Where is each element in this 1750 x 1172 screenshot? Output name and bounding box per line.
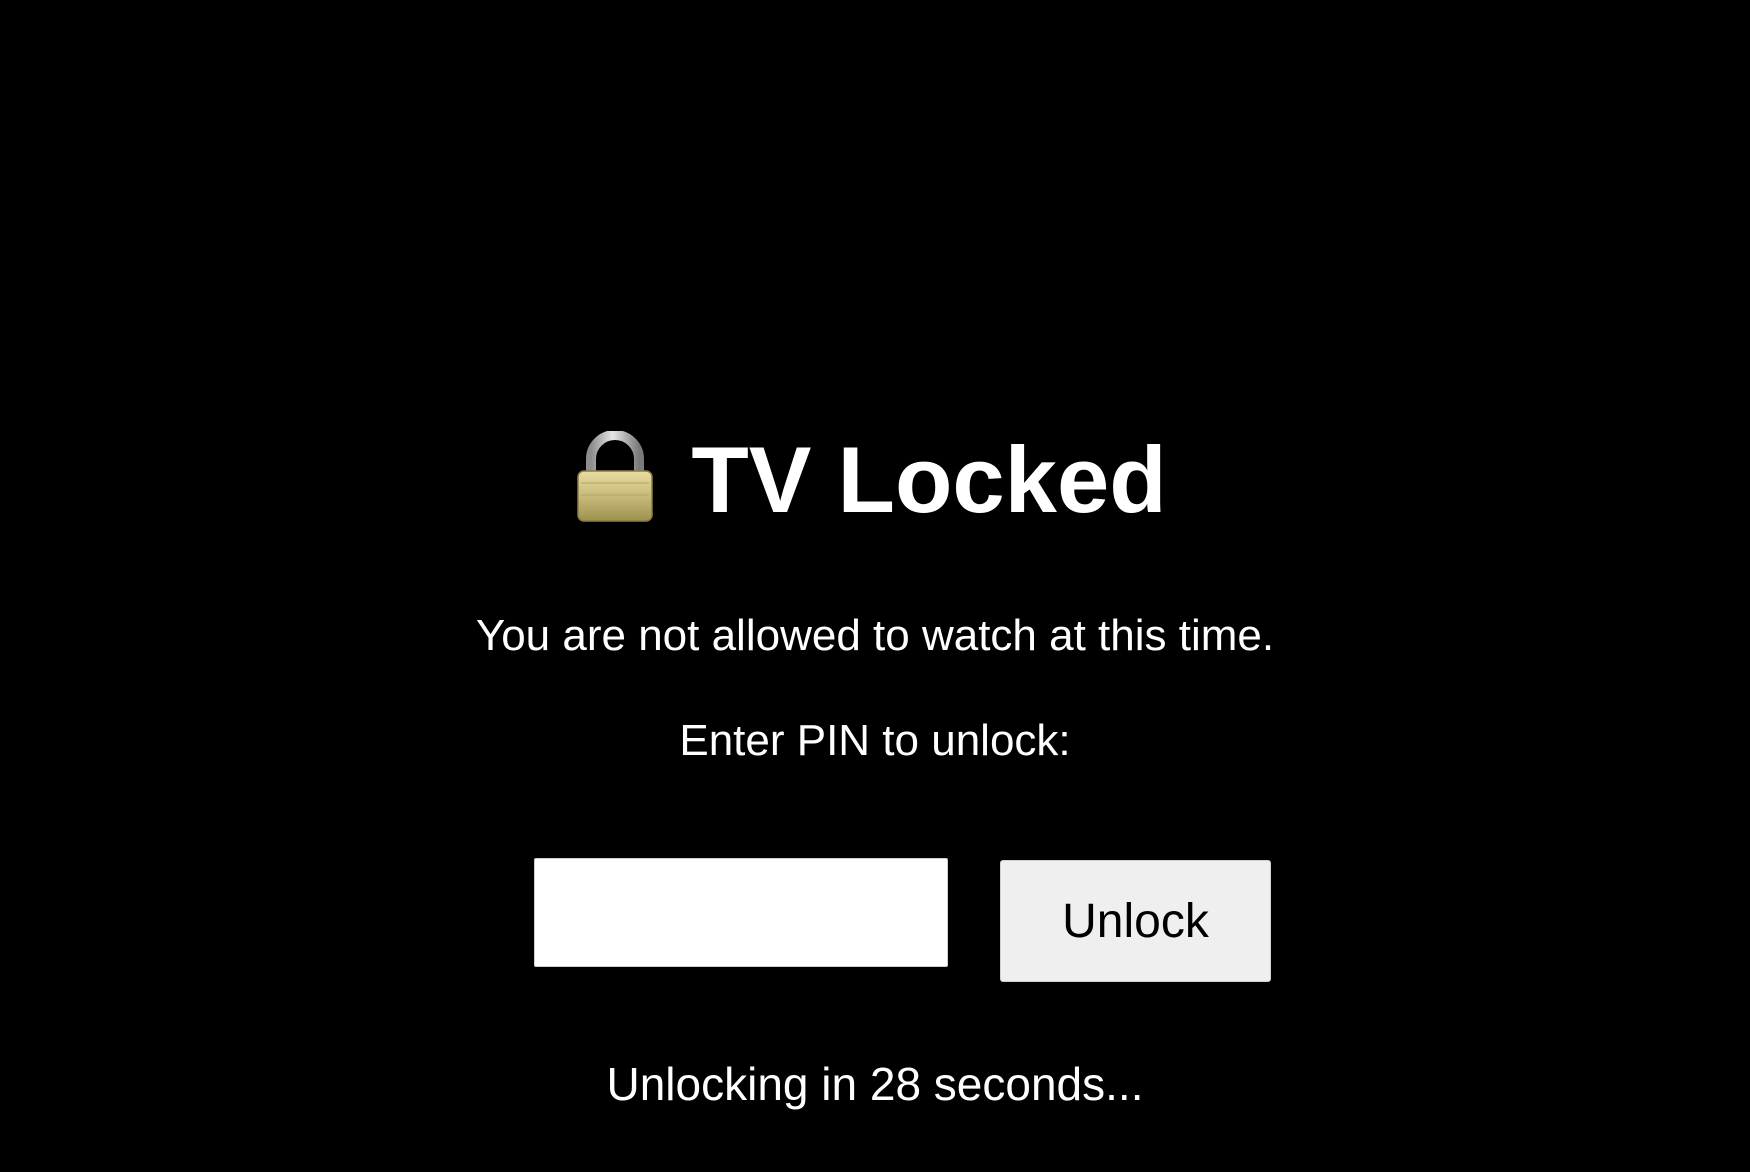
countdown-text: Unlocking in 28 seconds... — [606, 1058, 1144, 1110]
lock-icon — [575, 431, 655, 523]
page-title: TV Locked — [691, 427, 1167, 532]
pin-prompt: Enter PIN to unlock: — [679, 716, 1071, 765]
unlock-button[interactable]: Unlock — [1000, 860, 1271, 982]
lock-screen: TV Locked You are not allowed to watch a… — [0, 0, 1750, 1172]
not-allowed-message: You are not allowed to watch at this tim… — [475, 611, 1275, 660]
pin-input[interactable] — [534, 858, 948, 967]
title-row: TV Locked — [0, 425, 1750, 535]
